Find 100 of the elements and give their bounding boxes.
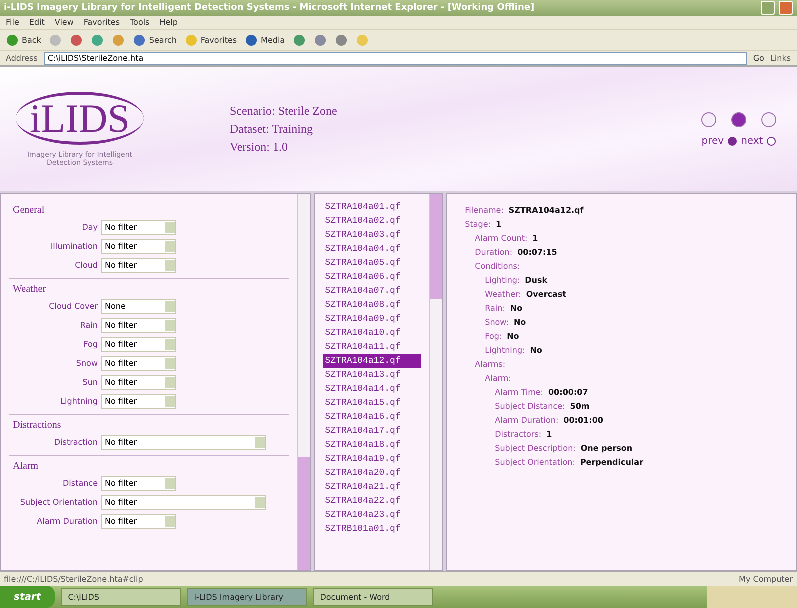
scrollbar[interactable] <box>297 194 310 570</box>
menu-item[interactable]: Help <box>160 18 178 27</box>
forward-button[interactable] <box>49 34 62 46</box>
detail-label: Alarm Duration: <box>495 415 559 427</box>
radio-button[interactable] <box>728 136 738 146</box>
filter-label: Fog <box>82 340 98 349</box>
menu-item[interactable]: File <box>6 18 20 27</box>
taskbar-button[interactable]: i-LIDS Imagery Library <box>187 588 308 606</box>
detail-value: No <box>507 331 520 343</box>
clip-item[interactable]: SZTRA104a07.qf <box>323 284 422 298</box>
clip-item[interactable]: SZTRA104a14.qf <box>323 382 422 396</box>
print-button[interactable] <box>335 34 348 46</box>
section-title: Weather <box>13 284 48 295</box>
media-button[interactable]: Media <box>245 34 286 46</box>
scrollbar[interactable] <box>429 194 442 570</box>
filter-select[interactable]: No filter <box>101 356 176 371</box>
detail-label: Distractors: <box>495 429 542 441</box>
detail-label: Alarms: <box>475 359 506 371</box>
filter-select[interactable]: None <box>101 299 176 314</box>
clip-item[interactable]: SZTRA104a06.qf <box>323 270 422 284</box>
filter-select[interactable]: No filter <box>101 375 176 390</box>
filter-select[interactable]: No filter <box>101 239 176 254</box>
clip-item[interactable]: SZTRA104a21.qf <box>323 480 422 494</box>
back-button[interactable]: Back <box>6 34 42 46</box>
clip-item[interactable]: SZTRB101a01.qf <box>323 522 422 536</box>
detail-label: Subject Orientation: <box>495 457 576 469</box>
history-button[interactable] <box>293 34 306 46</box>
address-label: Address <box>6 54 38 62</box>
clip-item[interactable]: SZTRA104a09.qf <box>323 312 422 326</box>
clip-item[interactable]: SZTRA104a12.qf <box>323 354 422 368</box>
filter-select[interactable]: No filter <box>101 318 176 333</box>
address-field[interactable]: C:\iLIDS\SterileZone.hta <box>44 52 748 64</box>
nav-label: prev <box>702 136 724 146</box>
clip-item[interactable]: SZTRA104a18.qf <box>323 438 422 452</box>
clip-item[interactable]: SZTRA104a16.qf <box>323 410 422 424</box>
clip-item[interactable]: SZTRA104a22.qf <box>323 494 422 508</box>
clip-item[interactable]: SZTRA104a15.qf <box>323 396 422 410</box>
clip-item[interactable]: SZTRA104a08.qf <box>323 298 422 312</box>
detail-value: 1 <box>532 233 538 245</box>
taskbar-button[interactable]: C:\iLIDS <box>61 588 182 606</box>
clip-item[interactable]: SZTRA104a01.qf <box>323 200 422 214</box>
menu-item[interactable]: Tools <box>130 18 150 27</box>
filter-select[interactable]: No filter <box>101 258 176 273</box>
mail-button[interactable] <box>314 34 328 46</box>
filter-select[interactable]: No filter <box>101 394 176 409</box>
clip-item[interactable]: SZTRA104a23.qf <box>323 508 422 522</box>
menu-item[interactable]: View <box>54 18 74 27</box>
home-button[interactable] <box>112 34 126 46</box>
go-button[interactable]: Go <box>753 54 764 62</box>
clip-item[interactable]: SZTRA104a05.qf <box>323 256 422 270</box>
toolbar-icon <box>49 34 62 46</box>
filter-label: Snow <box>75 359 98 368</box>
filter-select[interactable]: No filter <box>101 337 176 352</box>
detail-value: No <box>510 303 523 315</box>
detail-value: One person <box>580 443 633 455</box>
menu-item[interactable]: Edit <box>29 18 45 27</box>
detail-label: Alarm Time: <box>495 387 544 399</box>
clip-item[interactable]: SZTRA104a11.qf <box>323 340 422 354</box>
search-button[interactable]: Search <box>133 34 177 46</box>
detail-value: No <box>530 345 542 357</box>
clip-item[interactable]: SZTRA104a17.qf <box>323 424 422 438</box>
toolbar-icon <box>314 34 328 46</box>
filter-label: Sun <box>82 378 98 387</box>
clip-item[interactable]: SZTRA104a20.qf <box>323 466 422 480</box>
detail-label: Alarm Count: <box>475 233 528 245</box>
filter-label: Illumination <box>50 242 98 251</box>
version-text: Version: 1.0 <box>230 140 289 154</box>
detail-label: Snow: <box>485 317 509 329</box>
filter-select[interactable]: No filter <box>101 514 176 529</box>
clip-item[interactable]: SZTRA104a13.qf <box>323 368 422 382</box>
clip-item[interactable]: SZTRA104a10.qf <box>323 326 422 340</box>
detail-label: Alarm: <box>485 373 512 385</box>
stop-button[interactable] <box>70 34 84 46</box>
detail-value: 00:00:07 <box>548 387 588 399</box>
toolbar-icon <box>133 34 146 46</box>
section-title: General <box>13 205 46 216</box>
detail-value: 00:07:15 <box>518 247 558 259</box>
clip-item[interactable]: SZTRA104a03.qf <box>323 228 422 242</box>
dot-icon[interactable] <box>731 112 747 128</box>
toolbar-icon <box>184 34 198 46</box>
toolbar-icon <box>112 34 126 46</box>
menu-item[interactable]: Favorites <box>84 18 120 27</box>
filter-select[interactable]: No filter <box>101 220 176 235</box>
minimize-button[interactable] <box>761 1 775 15</box>
start-button[interactable]: start <box>0 586 56 608</box>
filter-label: Cloud <box>74 261 98 270</box>
dataset-text: Dataset: Training <box>230 122 314 136</box>
filter-select[interactable]: No filter <box>101 435 266 450</box>
clip-item[interactable]: SZTRA104a19.qf <box>323 452 422 466</box>
radio-button[interactable] <box>767 136 776 146</box>
nav-label: next <box>741 136 764 146</box>
detail-value: No <box>514 317 526 329</box>
favorites-button[interactable]: Favorites <box>184 34 238 46</box>
filter-select[interactable]: No filter <box>101 495 266 510</box>
clip-item[interactable]: SZTRA104a02.qf <box>323 214 422 228</box>
clip-item[interactable]: SZTRA104a04.qf <box>323 242 422 256</box>
filter-select[interactable]: No filter <box>101 476 176 491</box>
close-button[interactable] <box>779 1 793 15</box>
refresh-button[interactable] <box>91 34 104 46</box>
taskbar-button[interactable]: Document - Word <box>313 588 434 606</box>
